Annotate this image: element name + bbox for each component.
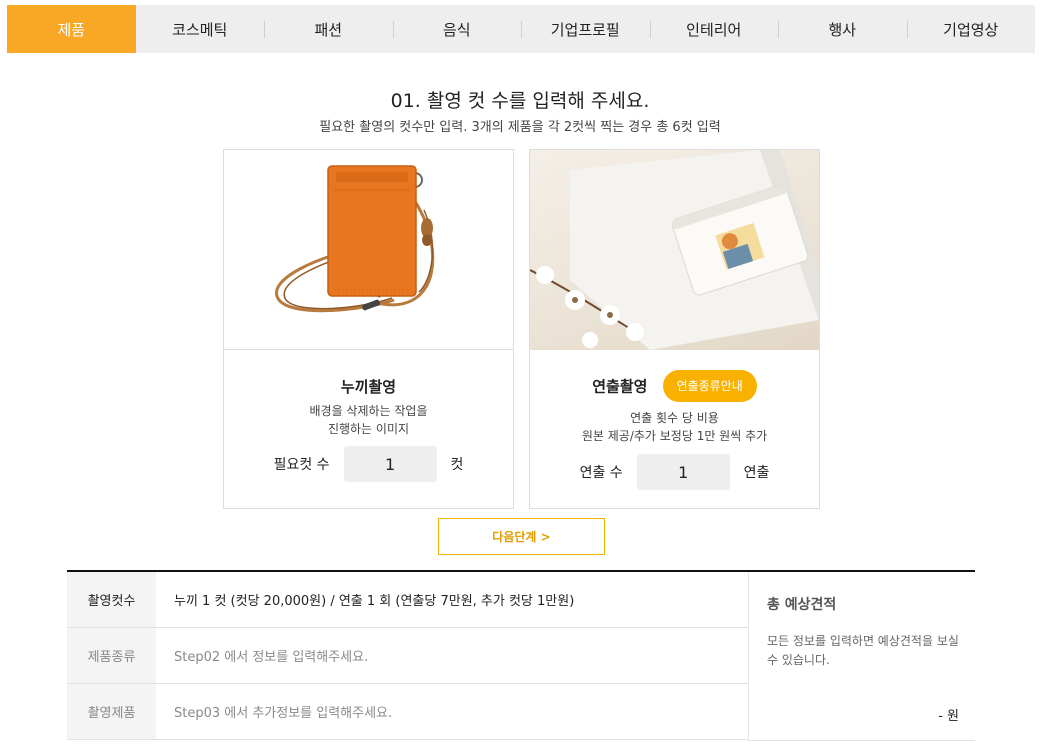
- direction-product-image: [530, 150, 819, 350]
- nukki-count-unit: 컷: [450, 457, 464, 473]
- nukki-title: 누끼촬영: [340, 378, 397, 396]
- total-estimate-panel: 총 예상견적 모든 정보를 입력하면 예상견적을 보실 수 있습니다. - 원: [748, 572, 975, 741]
- direction-card: 연출촬영 연출종류안내 연출 횟수 당 비용 원본 제공/추가 보정당 1만 원…: [529, 149, 820, 509]
- summary-label-products: 촬영제품: [67, 684, 156, 739]
- tab-company-profile[interactable]: 기업프로필: [521, 5, 650, 53]
- summary-label-cuts: 촬영컷수: [67, 572, 156, 627]
- direction-title: 연출촬영: [592, 377, 648, 396]
- next-step-button[interactable]: 다음단계 >: [438, 518, 605, 555]
- direction-guide-button[interactable]: 연출종류안내: [662, 370, 757, 402]
- direction-count-input[interactable]: 1: [636, 454, 730, 490]
- nukki-card: 누끼촬영 배경을 삭제하는 작업을 진행하는 이미지 필요컷 수 1 컷: [223, 149, 514, 509]
- total-estimate-title: 총 예상견적: [767, 597, 837, 613]
- summary-value-products: Step03 에서 추가정보를 입력해주세요.: [174, 706, 393, 721]
- nukki-desc-line1: 배경을 삭제하는 작업을: [309, 404, 428, 418]
- summary-value-cuts: 누끼 1 컷 (컷당 20,000원) / 연출 1 회 (연출당 7만원, 추…: [174, 594, 575, 609]
- summary-value-product-type: Step02 에서 정보를 입력해주세요.: [174, 650, 369, 665]
- direction-title-row: 연출촬영 연출종류안내: [530, 370, 819, 402]
- estimate-summary: 촬영컷수 누끼 1 컷 (컷당 20,000원) / 연출 1 회 (연출당 7…: [67, 570, 975, 741]
- tab-interior[interactable]: 인테리어: [649, 5, 779, 53]
- nukki-product-image: [224, 150, 513, 350]
- nukki-card-body: 누끼촬영 배경을 삭제하는 작업을 진행하는 이미지 필요컷 수 1 컷: [224, 350, 513, 508]
- summary-label-product-type: 제품종류: [67, 628, 156, 683]
- direction-count-label: 연출 수: [579, 465, 623, 481]
- nukki-desc-line2: 진행하는 이미지: [327, 422, 410, 436]
- tab-company-video[interactable]: 기업영상: [906, 5, 1036, 53]
- summary-row-products: 촬영제품 Step03 에서 추가정보를 입력해주세요.: [67, 684, 748, 740]
- direction-desc-line1: 연출 횟수 당 비용: [630, 411, 719, 425]
- tab-product[interactable]: 제품: [7, 5, 136, 53]
- tab-cosmetic[interactable]: 코스메틱: [136, 5, 265, 53]
- step-title: 01. 촬영 컷 수를 입력해 주세요.: [390, 90, 650, 112]
- total-estimate-amount: - 원: [938, 709, 959, 724]
- summary-row-product-type: 제품종류 Step02 에서 정보를 입력해주세요.: [67, 628, 748, 684]
- step-subtitle: 필요한 촬영의 컷수만 입력. 3개의 제품을 각 2컷씩 찍는 경우 총 6컷…: [319, 120, 721, 135]
- summary-rows: 촬영컷수 누끼 1 컷 (컷당 20,000원) / 연출 1 회 (연출당 7…: [67, 572, 748, 740]
- nukki-count-label: 필요컷 수: [273, 457, 330, 473]
- direction-count-row: 연출 수 1 연출: [530, 454, 819, 490]
- direction-count-unit: 연출: [743, 465, 770, 481]
- direction-desc-line2: 원본 제공/추가 보정당 1만 원씩 추가: [581, 429, 768, 443]
- summary-row-cuts: 촬영컷수 누끼 1 컷 (컷당 20,000원) / 연출 1 회 (연출당 7…: [67, 572, 748, 628]
- category-tabs: 제품 코스메틱 패션 음식 기업프로필 인테리어 행사 기업영상: [7, 5, 1035, 53]
- tab-event[interactable]: 행사: [778, 5, 907, 53]
- nukki-count-input[interactable]: 1: [343, 446, 437, 482]
- tab-food[interactable]: 음식: [392, 5, 522, 53]
- tab-fashion[interactable]: 패션: [264, 5, 393, 53]
- total-estimate-desc: 모든 정보를 입력하면 예상견적을 보실 수 있습니다.: [767, 634, 959, 667]
- direction-card-body: 연출촬영 연출종류안내 연출 횟수 당 비용 원본 제공/추가 보정당 1만 원…: [530, 350, 819, 508]
- nukki-count-row: 필요컷 수 1 컷: [224, 446, 513, 482]
